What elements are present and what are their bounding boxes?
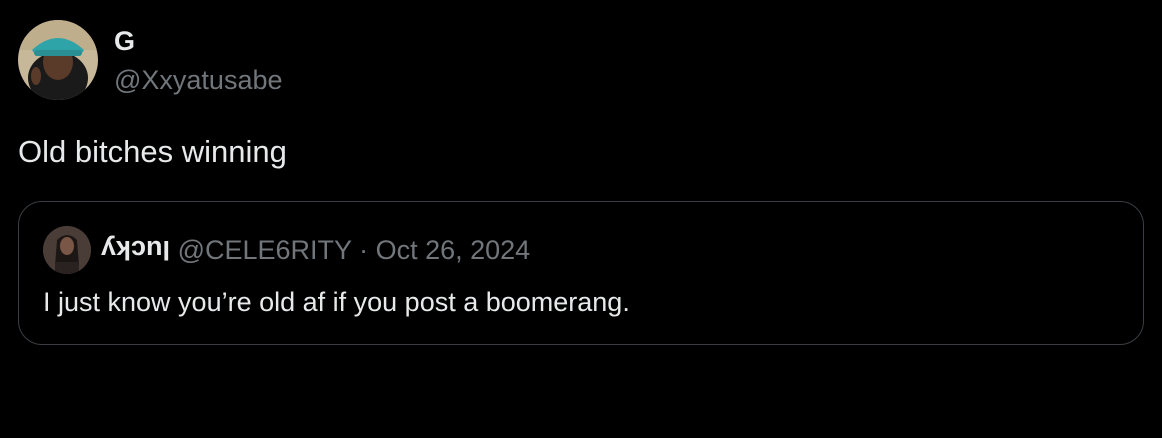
quote-avatar-photo xyxy=(43,226,91,274)
quote-author-avatar[interactable] xyxy=(43,226,91,274)
author-name[interactable]: G xyxy=(114,26,135,56)
quote-author-name[interactable]: lucky xyxy=(101,234,170,266)
header-separator: · xyxy=(359,235,369,265)
quote-author-handle[interactable]: @CELE6RITY xyxy=(178,235,352,265)
quote-date[interactable]: Oct 26, 2024 xyxy=(376,235,531,265)
tweet-text: Old bitches winning xyxy=(18,134,287,169)
author-avatar[interactable] xyxy=(18,20,98,100)
quote-text: I just know you’re old af if you post a … xyxy=(43,287,630,317)
quote-header: lucky @CELE6RITY · Oct 26, 2024 xyxy=(101,234,530,266)
author-handle[interactable]: @Xxyatusabe xyxy=(114,65,283,95)
avatar-photo xyxy=(18,20,98,100)
quoted-tweet-card[interactable]: lucky @CELE6RITY · Oct 26, 2024 I just k… xyxy=(18,201,1144,345)
tweet: G @Xxyatusabe Old bitches winning lucky … xyxy=(0,0,1162,438)
